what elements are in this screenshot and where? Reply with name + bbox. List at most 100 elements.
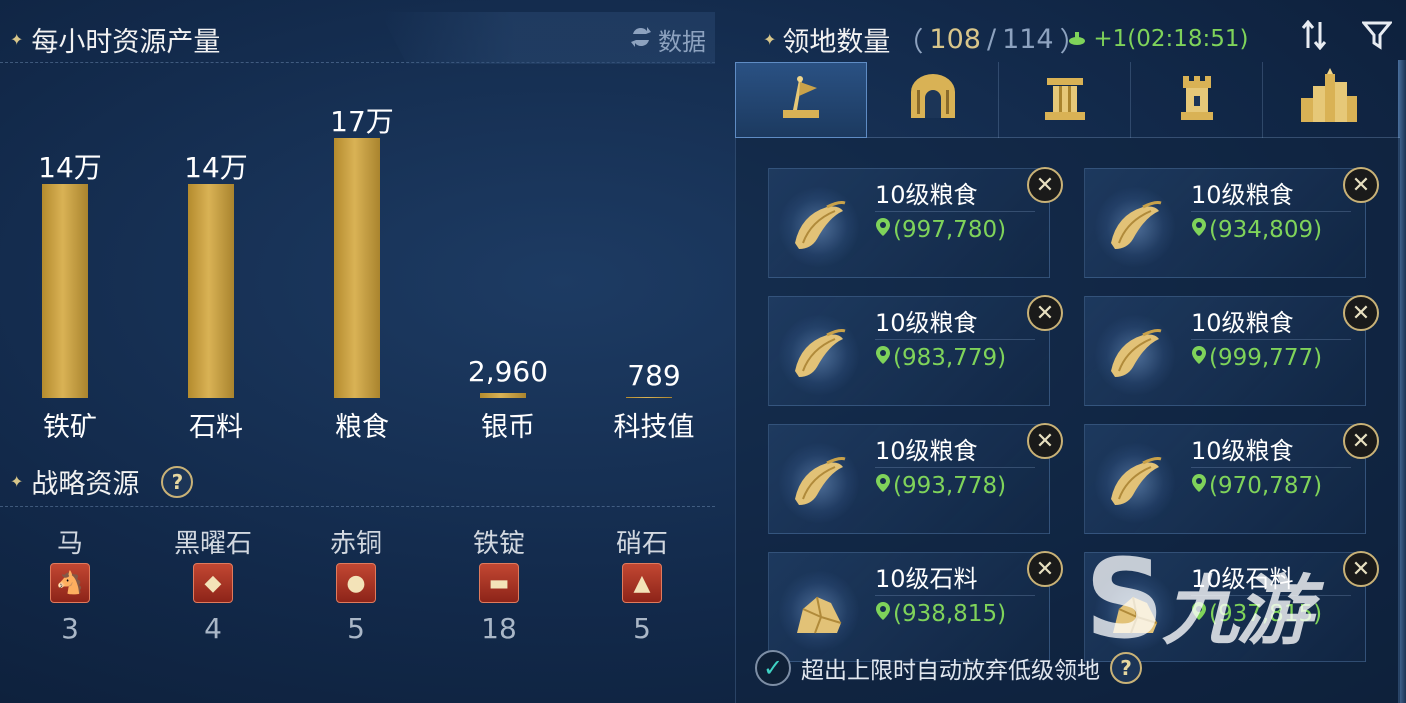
territory-title: 10级粮食 [1191,309,1294,337]
territory-max: 114 [1002,24,1054,55]
strategic-name: 铁锭 [472,529,525,559]
bar-category-label: 粮食 [335,412,389,443]
stone-icon [787,583,851,643]
bar-1 [188,183,234,398]
obsidian-icon[interactable]: ◆ [193,563,233,603]
territory-card[interactable]: 10级粮食 (970,787) ✕ [1084,423,1379,534]
top-icons [1300,19,1394,57]
location-pin-icon [1191,217,1207,243]
bar-category-label: 铁矿 [43,412,97,443]
territory-card[interactable]: 10级粮食 (997,780) ✕ [768,167,1063,278]
territory-label: 领地数量 [782,27,891,58]
tab-city[interactable] [1263,62,1395,138]
bar-category-label: 银币 [481,412,535,443]
sparkle-icon: ✦ [10,472,24,491]
territory-count: ✦ 领地数量 （ 108 / 114 ） [763,20,1087,59]
tab-tower[interactable] [1131,62,1263,138]
abandon-close-button[interactable]: ✕ [1343,551,1379,587]
watermark-text: 九游 [1162,566,1312,655]
horse-icon[interactable]: 🐴 [50,563,90,603]
divider [1191,467,1351,468]
strategic-name: 黑曜石 [173,529,252,559]
strategic-help-button[interactable]: ? [161,465,194,498]
strategic-name: 赤铜 [329,529,382,559]
territory-coord-text: (970,787) [1209,473,1323,499]
tab-pillar[interactable] [999,62,1131,138]
watermark-nine-icon: S [1085,535,1164,663]
territory-coord[interactable]: (993,778) [875,473,1006,499]
territory-card[interactable]: 10级粮食 (993,778) ✕ [768,423,1063,534]
strategic-count: 3 [61,612,79,645]
bar-value-label: 789 [627,358,681,392]
divider [0,506,715,508]
territory-gain-text: +1(02:18:51) [1093,26,1249,52]
bar-value-label: 14万 [38,150,102,184]
divider [875,595,1035,596]
divider [875,211,1035,212]
divider [1191,339,1351,340]
refresh-icon [628,24,654,56]
data-button[interactable]: 数据 [628,22,706,57]
bar-4 [626,396,672,398]
territory-card[interactable]: 10级石料 (938,815) ✕ [768,551,1063,662]
abandon-close-button[interactable]: ✕ [1343,167,1379,203]
tab-territory[interactable] [735,62,867,138]
sparkle-icon: ✦ [10,30,24,49]
pillar-icon [1039,72,1091,128]
abandon-close-button[interactable]: ✕ [1027,551,1063,587]
filter-icon[interactable] [1360,20,1394,57]
territory-coord-text: (983,779) [893,345,1007,371]
auto-abandon-row: ✓ 超出上限时自动放弃低级领地 ? [755,650,1142,686]
territory-title: 10级粮食 [1191,181,1294,209]
territory-card[interactable]: 10级粮食 (983,779) ✕ [768,295,1063,406]
territory-coord-text: (938,815) [893,601,1007,627]
bar-value-label: 17万 [330,105,394,138]
grain-icon [787,327,851,387]
territory-title: 10级粮食 [875,309,978,337]
bar-value-label: 2,960 [467,355,549,389]
abandon-close-button[interactable]: ✕ [1343,423,1379,459]
iron-ingot-icon[interactable]: ▬ [479,563,519,603]
copper-icon[interactable]: ● [336,563,376,603]
territory-coord[interactable]: (938,815) [875,601,1006,627]
location-pin-icon [875,217,891,243]
territory-coord[interactable]: (970,787) [1191,473,1322,499]
sort-icon[interactable] [1300,19,1328,57]
bar-0 [42,183,88,398]
auto-abandon-label: 超出上限时自动放弃低级领地 [801,658,1100,684]
abandon-close-button[interactable]: ✕ [1027,423,1063,459]
location-pin-icon [1191,473,1207,499]
territory-coord[interactable]: (999,777) [1191,345,1322,371]
divider [875,339,1035,340]
divider [1191,211,1351,212]
abandon-close-button[interactable]: ✕ [1343,295,1379,331]
sparkle-icon: ✦ [763,30,777,49]
territory-open: （ [896,27,924,58]
territory-coord[interactable]: (934,809) [1191,217,1322,243]
gain-icon [1068,26,1093,52]
territory-coord[interactable]: (983,779) [875,345,1006,371]
territory-card[interactable]: 10级粮食 (934,809) ✕ [1084,167,1379,278]
territory-coord-text: (999,777) [1209,345,1323,371]
city-skyline-icon [1297,68,1361,132]
auto-abandon-checkbox[interactable]: ✓ [755,650,791,686]
strategic-count: 5 [347,612,365,645]
city-gate-icon [907,72,959,128]
territory-coord-text: (993,778) [893,473,1007,499]
territory-coord-text: (997,780) [893,217,1007,243]
tab-city-gate[interactable] [867,62,999,138]
abandon-close-button[interactable]: ✕ [1027,295,1063,331]
territory-card[interactable]: 10级粮食 (999,777) ✕ [1084,295,1379,406]
production-title-text: 每小时资源产量 [31,27,221,58]
strategic-count: 4 [204,612,222,645]
territory-title: 10级粮食 [875,437,978,465]
saltpeter-icon[interactable]: ▲ [622,563,662,603]
grain-icon [1103,327,1167,387]
location-pin-icon [875,345,891,371]
territory-slash: / [986,24,997,55]
territory-coord[interactable]: (997,780) [875,217,1006,243]
bar-category-label: 科技值 [613,412,695,443]
territory-gain: +1(02:18:51) [1068,26,1248,52]
abandon-close-button[interactable]: ✕ [1027,167,1063,203]
watermark-logo: S九游 [1085,535,1312,663]
